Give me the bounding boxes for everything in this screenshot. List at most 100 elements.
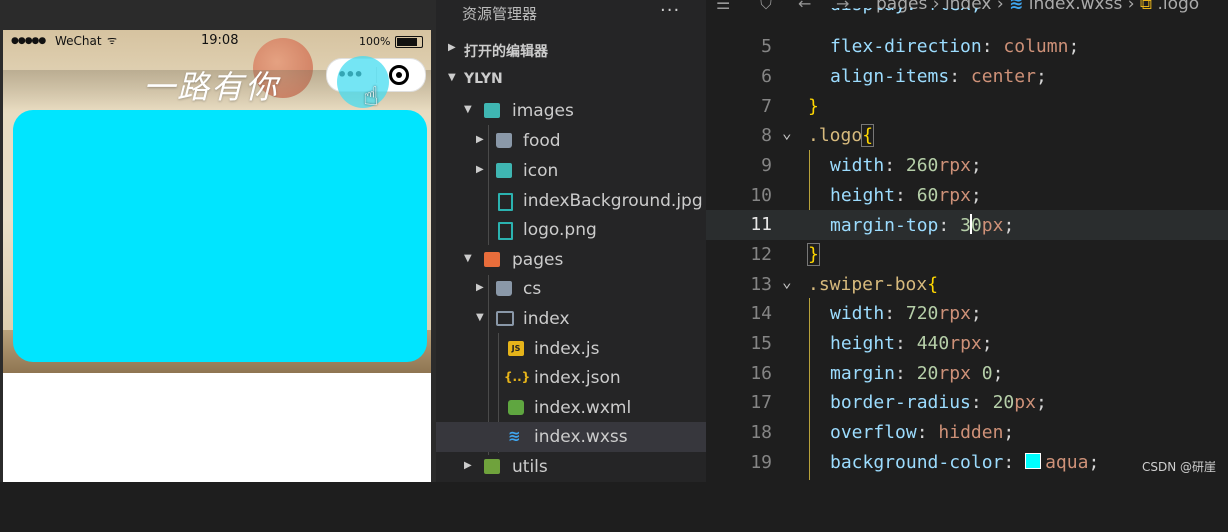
image-file-icon	[498, 193, 513, 211]
status-time: 19:08	[201, 33, 239, 48]
status-bar: ●●●●● WeChat ᯤ 19:08 100%	[3, 30, 431, 54]
explorer-more-icon[interactable]: ···	[660, 0, 680, 21]
logo: 一路有你	[143, 68, 280, 106]
tree-item-label: images	[512, 101, 574, 121]
fold-chevron-icon[interactable]: ⌄	[782, 272, 792, 291]
project-label: YLYN	[464, 71, 503, 87]
tree-item-label: index	[523, 309, 570, 329]
code-text: margin-top: 30px;	[830, 214, 1015, 236]
code-line: 7 }	[706, 92, 1228, 122]
battery-percent: 100%	[359, 35, 391, 48]
tree-item-indexbackground[interactable]: indexBackground.jpg	[436, 186, 706, 216]
code-text: flex-direction: column;	[830, 36, 1080, 57]
code-text: .logo{	[808, 124, 875, 147]
code-area[interactable]: display: flex; 5 flex-direction: column;…	[706, 0, 1228, 482]
open-editors-section[interactable]: ▶ 打开的编辑器	[436, 36, 706, 64]
partial-code-line: display: flex;	[830, 0, 982, 15]
code-text: }	[808, 96, 819, 117]
tree-item-index-folder[interactable]: ▼ index	[436, 304, 706, 334]
folder-open-icon	[496, 311, 514, 326]
folder-image-icon	[484, 103, 500, 118]
code-line: 5 flex-direction: column;	[706, 32, 1228, 62]
tree-item-images[interactable]: ▼ images	[436, 96, 706, 126]
hand-cursor-icon: ☝	[363, 82, 379, 112]
tree-item-food[interactable]: ▶ food	[436, 126, 706, 156]
line-number: 15	[750, 333, 772, 354]
line-number: 13	[750, 274, 772, 295]
line-number: 9	[761, 155, 772, 176]
wxml-file-icon	[508, 400, 524, 415]
carrier-label: WeChat	[55, 34, 102, 48]
folder-icon	[496, 133, 512, 148]
line-number: 10	[750, 185, 772, 206]
code-line: display: flex;	[706, 0, 1228, 20]
line-number: 5	[761, 36, 772, 57]
chevron-right-icon: ▶	[476, 282, 484, 293]
code-editor[interactable]: ☰ ⛉ ← → pages › index › ≋ index.wxss › ⧉…	[706, 0, 1228, 482]
code-text: overflow: hidden;	[830, 422, 1015, 443]
tree-item-index-wxss[interactable]: ≋ index.wxss	[436, 422, 706, 452]
chevron-right-icon: ▶	[448, 42, 456, 53]
folder-pages-icon	[484, 252, 500, 267]
js-file-icon: JS	[508, 341, 524, 356]
code-text: height: 440rpx;	[830, 333, 993, 354]
image-file-icon	[498, 222, 513, 240]
code-line: 12 }	[706, 240, 1228, 270]
chevron-down-icon: ▼	[464, 104, 472, 115]
code-line: 8 ⌄ .logo{	[706, 121, 1228, 151]
json-file-icon: {..}	[504, 370, 531, 384]
tree-item-cs[interactable]: ▶ cs	[436, 274, 706, 304]
line-number: 11	[750, 214, 772, 235]
code-text: margin: 20rpx 0;	[830, 363, 1004, 384]
folder-image-icon	[496, 163, 512, 178]
code-text: width: 720rpx;	[830, 303, 982, 324]
code-line: 14 width: 720rpx;	[706, 299, 1228, 329]
chevron-down-icon: ▼	[476, 312, 484, 323]
code-line: 15 height: 440rpx;	[706, 329, 1228, 359]
simulator-panel: ●●●●● WeChat ᯤ 19:08 100% 一路有你 ••• ☝	[0, 0, 436, 482]
code-line-current: 11 margin-top: 30px;	[706, 210, 1228, 240]
tree-item-index-json[interactable]: {..} index.json	[436, 363, 706, 393]
line-number: 8	[761, 125, 772, 146]
color-swatch-icon[interactable]	[1025, 453, 1042, 469]
fold-chevron-icon[interactable]: ⌄	[782, 123, 792, 142]
tree-item-pages[interactable]: ▼ pages	[436, 245, 706, 275]
tree-item-label: index.wxml	[534, 398, 632, 418]
line-number: 6	[761, 66, 772, 87]
tree-item-label: icon	[523, 161, 559, 181]
code-line: 16 margin: 20rpx 0;	[706, 359, 1228, 389]
folder-icon	[496, 281, 512, 296]
tree-item-logo[interactable]: logo.png	[436, 215, 706, 245]
tree-item-icon[interactable]: ▶ icon	[436, 156, 706, 186]
folder-utils-icon	[484, 459, 500, 474]
code-line: 13 ⌄ .swiper-box{	[706, 270, 1228, 300]
chevron-down-icon: ▼	[448, 72, 456, 83]
close-target-icon[interactable]	[389, 65, 409, 85]
wifi-icon: ᯤ	[107, 34, 118, 47]
chevron-right-icon: ▶	[476, 164, 484, 175]
wxss-file-icon: ≋	[508, 427, 521, 445]
chevron-right-icon: ▶	[464, 460, 472, 471]
battery-icon	[395, 36, 423, 48]
line-number: 16	[750, 363, 772, 384]
code-line: 17 border-radius: 20px;	[706, 388, 1228, 418]
line-number: 7	[761, 96, 772, 117]
line-number: 19	[750, 452, 772, 473]
tree-item-label: pages	[512, 250, 564, 270]
tree-item-label: utils	[512, 457, 548, 477]
line-number: 18	[750, 422, 772, 443]
swiper-box[interactable]	[13, 110, 427, 362]
tree-item-label: index.js	[534, 339, 600, 359]
code-text: height: 60rpx;	[830, 185, 982, 206]
code-text: border-radius: 20px;	[830, 392, 1047, 413]
code-line: 10 height: 60rpx;	[706, 181, 1228, 211]
code-text: .swiper-box{	[808, 274, 939, 295]
open-editors-label: 打开的编辑器	[464, 44, 548, 60]
tree-item-index-js[interactable]: JS index.js	[436, 334, 706, 364]
tree-item-label: indexBackground.jpg	[523, 191, 703, 211]
tree-item-label: logo.png	[523, 220, 597, 240]
project-section[interactable]: ▼ YLYN	[436, 66, 706, 94]
phone-screen: ●●●●● WeChat ᯤ 19:08 100% 一路有你 ••• ☝	[3, 30, 431, 482]
tree-item-index-wxml[interactable]: index.wxml	[436, 393, 706, 423]
tree-item-utils[interactable]: ▶ utils	[436, 452, 706, 482]
